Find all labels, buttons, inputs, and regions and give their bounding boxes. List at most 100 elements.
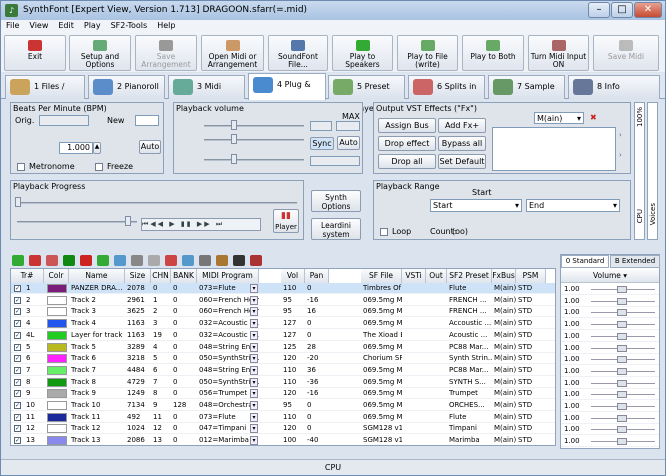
volume-slider-thumb[interactable]: [617, 367, 627, 375]
set-default-button[interactable]: Set Default: [438, 154, 486, 169]
column-header-12[interactable]: Out: [426, 269, 447, 283]
loop-checkbox[interactable]: [380, 228, 388, 236]
column-header-6[interactable]: BANK: [171, 269, 197, 283]
tab-1[interactable]: 1 Files / Folders: [5, 75, 85, 113]
column-header-14[interactable]: FxBus: [492, 269, 516, 283]
track-checkbox[interactable]: ✓: [14, 308, 21, 316]
volume-value[interactable]: 1.00: [564, 389, 580, 400]
volume-slider-2[interactable]: [204, 139, 304, 141]
toolbar-button-4[interactable]: Open Midi or Arrangement: [201, 35, 264, 71]
track-checkbox[interactable]: ✓: [14, 285, 21, 292]
track-tool-icon-13[interactable]: [216, 255, 228, 266]
fx-move-down-icon[interactable]: ›: [619, 151, 622, 159]
program-dropdown-button[interactable]: ▾: [250, 401, 258, 410]
track-tool-icon-9[interactable]: [148, 255, 160, 266]
track-tool-icon-11[interactable]: [182, 255, 194, 266]
menu-view[interactable]: View: [24, 20, 53, 31]
bypass-all-button[interactable]: Bypass all: [438, 136, 486, 151]
volume-slider-thumb[interactable]: [617, 403, 627, 410]
toolbar-button-1[interactable]: Exit: [4, 35, 66, 71]
fx-list[interactable]: [492, 127, 616, 171]
track-color-swatch[interactable]: [47, 307, 67, 317]
column-header-1[interactable]: Tr#: [11, 269, 44, 283]
metronome-checkbox[interactable]: [17, 163, 25, 171]
program-dropdown-button[interactable]: ▾: [250, 307, 258, 317]
track-color-swatch[interactable]: [47, 365, 67, 375]
range-end-select[interactable]: End ▾: [526, 199, 620, 212]
track-color-swatch[interactable]: [47, 342, 67, 352]
track-checkbox[interactable]: ✓: [14, 296, 21, 304]
program-dropdown-button[interactable]: ▾: [250, 295, 258, 305]
menu-help[interactable]: Help: [152, 20, 180, 31]
close-button[interactable]: ✕: [634, 2, 662, 18]
toolbar-button-7[interactable]: Play to File (write): [397, 35, 458, 71]
volume-value[interactable]: 1.00: [564, 284, 580, 295]
volume-slider-thumb[interactable]: [617, 321, 627, 329]
table-row[interactable]: ✓ 4 Track 4 1163 3 0 032=Acoustic B... ▾ 127 0 069…: [11, 318, 555, 330]
maximize-button[interactable]: □: [611, 2, 633, 18]
volume-value[interactable]: 1.00: [564, 354, 580, 365]
drop-all-button[interactable]: Drop all: [378, 154, 436, 169]
table-row[interactable]: ✓ 5 Track 5 3289 4 0 048=String Ens... ▾ 125 28 06…: [11, 342, 555, 353]
volume-slider-thumb[interactable]: [617, 297, 627, 305]
table-row[interactable]: ✓ 8 Track 8 4729 7 0 050=SynthStrin... ▾ 110 -36 0…: [11, 377, 555, 388]
track-tool-icon-6[interactable]: [97, 255, 109, 266]
fx-move-up-icon[interactable]: ›: [619, 131, 622, 139]
table-row[interactable]: ✓ 13 Track 13 2086 13 0 012=Marimba ▾ 100 -40 SGM1…: [11, 435, 555, 445]
toolbar-button-6[interactable]: Play to Speakers: [332, 35, 393, 71]
tab-7[interactable]: 7 Sample data: [488, 75, 565, 113]
track-checkbox[interactable]: ✓: [14, 355, 21, 363]
track-grid[interactable]: Tr# Colr Name Size CHN BANK MIDI Program Vol Pan…: [10, 268, 556, 446]
toolbar-button-9[interactable]: Turn Midi Input ON: [528, 35, 589, 71]
volume-value[interactable]: 1.00: [564, 413, 580, 424]
column-header-10[interactable]: SF File: [361, 269, 402, 283]
track-tool-icon-14[interactable]: [233, 255, 245, 266]
table-row[interactable]: ✓ 7 Track 7 4484 6 0 048=String Ens... ▾ 110 36 06…: [11, 365, 555, 376]
volume-slider-thumb[interactable]: [617, 332, 627, 340]
add-fx-button[interactable]: Add Fx+: [438, 118, 486, 133]
program-dropdown-button[interactable]: ▾: [250, 342, 258, 352]
progress-thumb[interactable]: [15, 197, 21, 207]
menu-play[interactable]: Play: [79, 20, 106, 31]
menu-file[interactable]: File: [1, 20, 24, 31]
program-dropdown-button[interactable]: ▾: [250, 377, 258, 387]
range-start-select[interactable]: Start ▾: [430, 199, 522, 212]
track-tool-icon-5[interactable]: [80, 255, 92, 266]
tab-5[interactable]: 5 Preset layers: [328, 75, 405, 113]
volume-slider-thumb[interactable]: [617, 438, 627, 446]
column-header-2[interactable]: Colr: [44, 269, 69, 283]
volume-value[interactable]: 1.00: [564, 401, 580, 412]
program-dropdown-button[interactable]: ▾: [250, 284, 258, 293]
track-color-swatch[interactable]: [47, 424, 67, 434]
track-checkbox[interactable]: ✓: [14, 366, 21, 374]
track-checkbox[interactable]: ✓: [14, 390, 21, 398]
tab-4[interactable]: 4 Plug & Play: [248, 73, 326, 111]
track-color-swatch[interactable]: [47, 436, 67, 445]
track-checkbox[interactable]: ✓: [14, 425, 21, 433]
volume-slider-thumb[interactable]: [617, 391, 627, 399]
column-header-13[interactable]: SF2 Preset: [447, 269, 492, 283]
track-tool-icon-7[interactable]: [114, 255, 126, 266]
synth-options-button[interactable]: Synth Options: [311, 190, 361, 212]
track-checkbox[interactable]: ✓: [14, 402, 21, 409]
track-color-swatch[interactable]: [47, 354, 67, 364]
volume-slider-thumb[interactable]: [617, 356, 627, 364]
track-tool-icon-2[interactable]: [29, 255, 41, 266]
track-checkbox[interactable]: ✓: [14, 378, 21, 386]
tab-standard[interactable]: 0 Standard: [561, 255, 609, 268]
track-tool-icon-10[interactable]: [165, 255, 177, 266]
table-row[interactable]: ✓ 9 Track 9 1249 8 0 056=Trumpet ▾ 120 -16 069.5mg…: [11, 388, 555, 400]
bpm-spin-button[interactable]: ▲: [93, 142, 101, 154]
track-color-swatch[interactable]: [47, 284, 67, 293]
program-dropdown-button[interactable]: ▾: [250, 365, 258, 375]
volume-value[interactable]: 1.00: [564, 343, 580, 354]
toolbar-button-2[interactable]: Setup and Options: [69, 35, 131, 71]
fx-remove-icon[interactable]: ✖: [590, 113, 597, 122]
table-row[interactable]: ✓ 1 PANZER DRA... 2078 0 0 073=Flute ▾ 110 0 Timbr…: [11, 283, 555, 294]
track-color-swatch[interactable]: [47, 401, 67, 410]
table-row[interactable]: ✓ 12 Track 12 1024 12 0 047=Timpani ▾ 120 0 SGM128…: [11, 423, 555, 435]
bpm-factor-field[interactable]: 1.000: [59, 142, 93, 154]
volume-value[interactable]: 1.00: [564, 378, 580, 389]
volume-slider-thumb[interactable]: [617, 309, 627, 317]
volume-value[interactable]: 1.00: [564, 424, 580, 435]
